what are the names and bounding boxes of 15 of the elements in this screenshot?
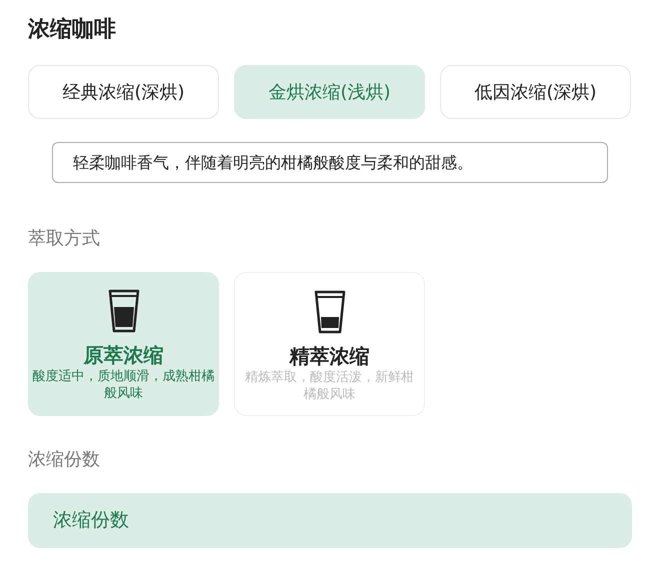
shots-bar[interactable]: 浓缩份数 [28, 493, 632, 548]
method-note: 精炼萃取，酸度活泼，新鲜柑橘般风味 [244, 369, 415, 403]
description-box: 轻柔咖啡香气，伴随着明亮的柑橘般酸度与柔和的甜感。 [52, 142, 608, 183]
shots-label: 浓缩份数 [53, 508, 129, 534]
method-card[interactable]: 精萃浓缩 精炼萃取，酸度活泼，新鲜柑橘般风味 [234, 272, 425, 416]
roast-option[interactable]: 经典浓缩(深烘) [28, 65, 219, 119]
method-name: 原萃浓缩 [84, 342, 164, 368]
roast-option[interactable]: 金烘浓缩(浅烘) [234, 65, 425, 119]
method-card[interactable]: 原萃浓缩 酸度适中，质地顺滑，成熟柑橘般风味 [28, 272, 219, 416]
method-name: 精萃浓缩 [290, 343, 370, 369]
section-label: 浓缩份数 [28, 448, 101, 472]
section-label: 萃取方式 [28, 227, 101, 251]
page-title: 浓缩咖啡 [28, 16, 117, 44]
method-note: 酸度适中，质地顺滑，成熟柑橘般风味 [32, 368, 216, 402]
roast-option[interactable]: 低因浓缩(深烘) [440, 65, 631, 119]
